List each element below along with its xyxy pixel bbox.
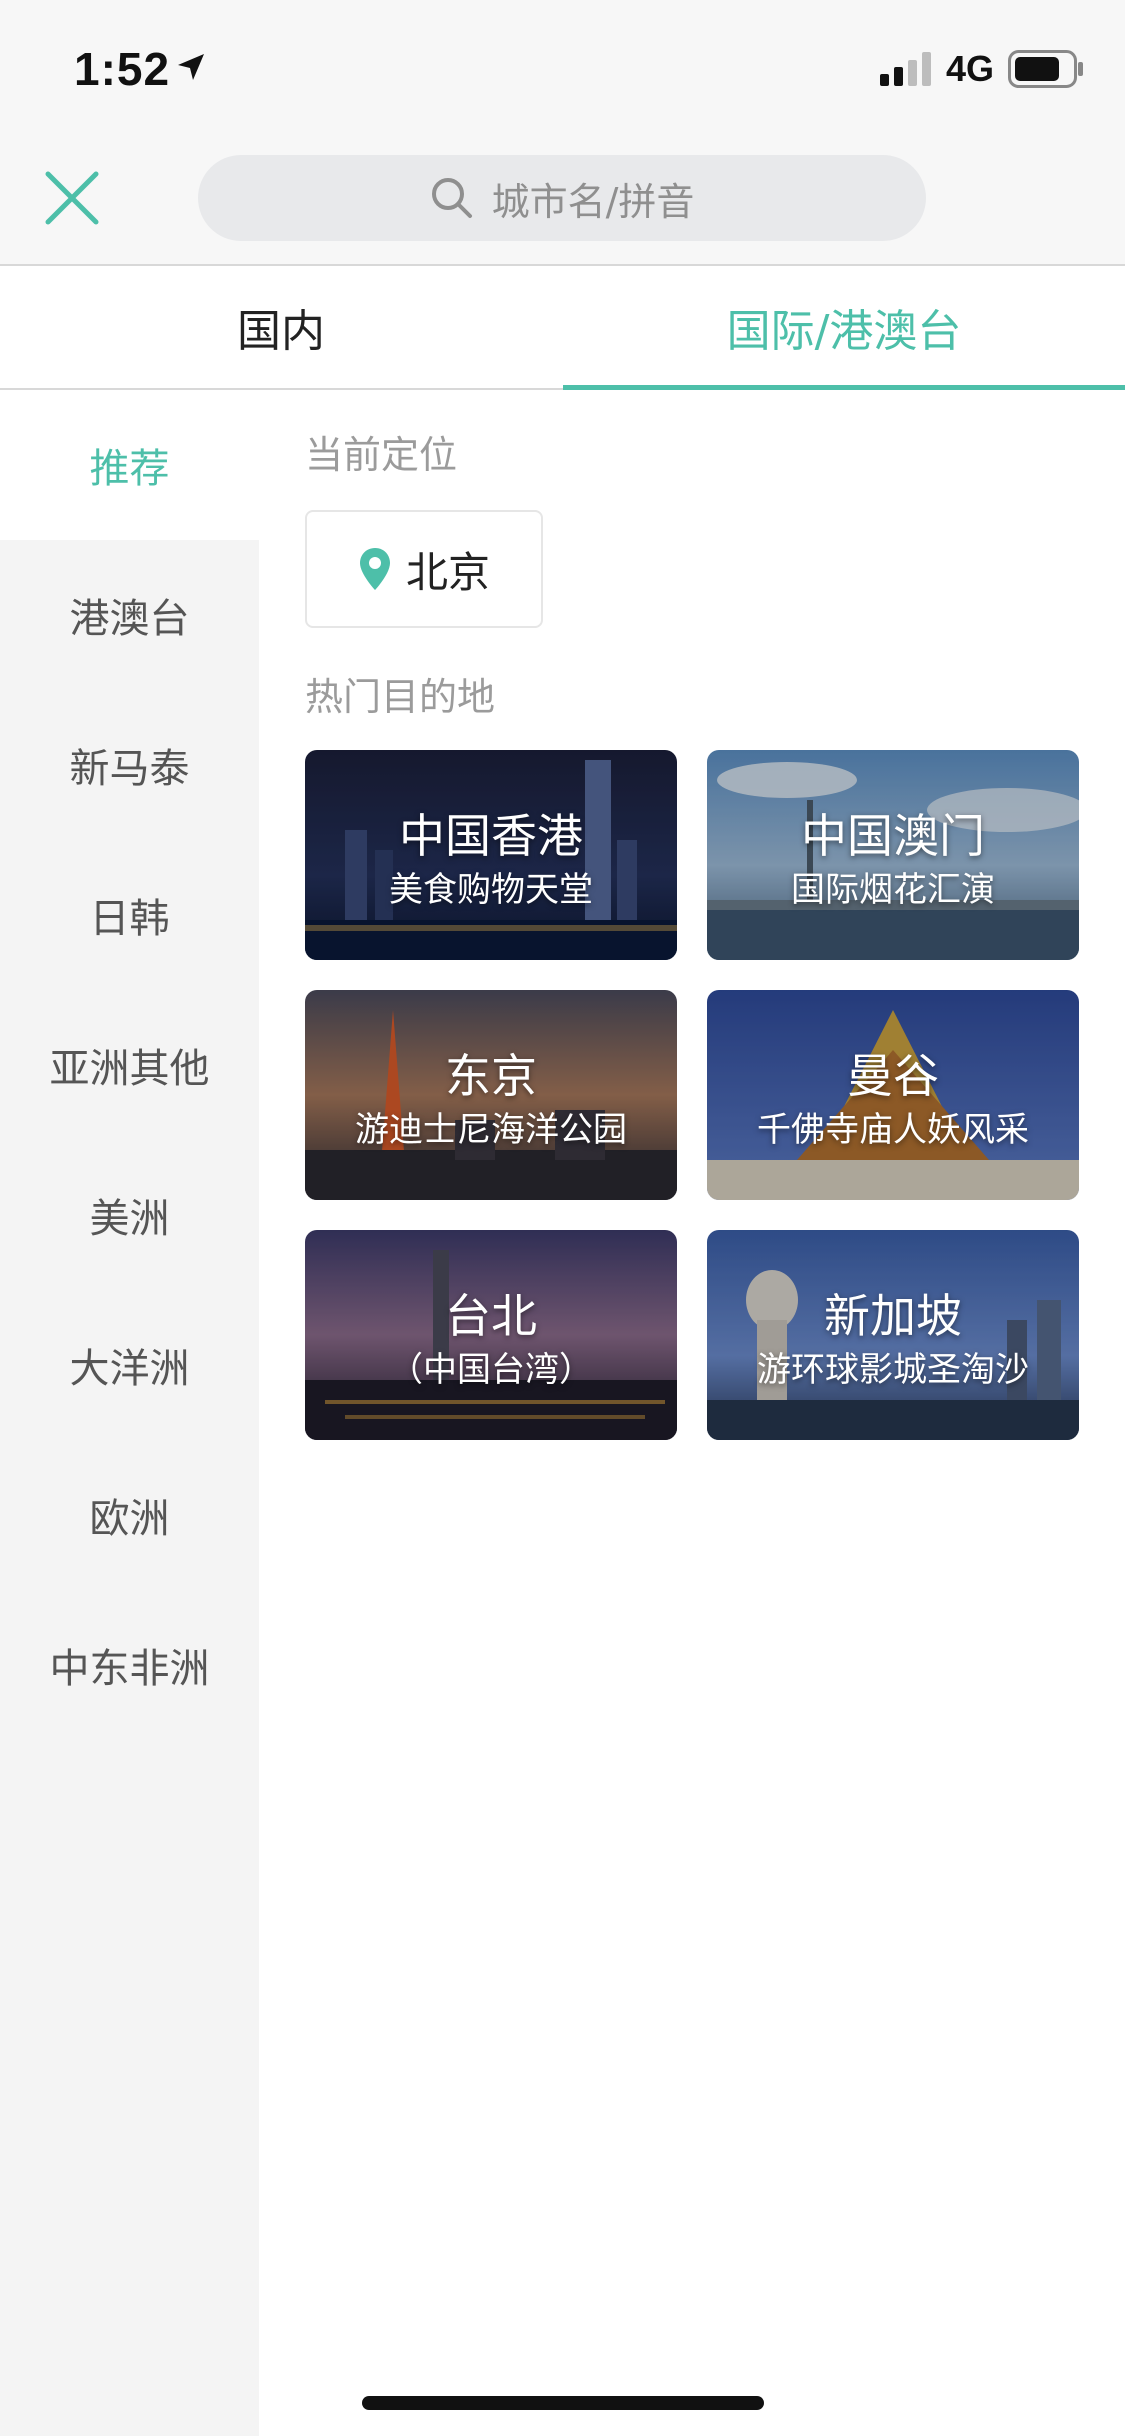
search-icon: [431, 178, 472, 218]
destination-title: 曼谷: [847, 1049, 939, 1103]
sidebar-item-other-asia[interactable]: 亚洲其他: [0, 990, 259, 1140]
sidebar-item-recommended[interactable]: 推荐: [0, 390, 259, 540]
destination-title: 东京: [445, 1049, 537, 1103]
destination-title: 中国香港: [399, 809, 583, 863]
hot-destinations-label: 热门目的地: [305, 675, 496, 719]
signal-bars-icon: [880, 52, 931, 86]
destination-subtitle: （中国台湾）: [389, 1350, 593, 1390]
sidebar-item-europe[interactable]: 欧洲: [0, 1440, 259, 1590]
sidebar-item-oceania[interactable]: 大洋洲: [0, 1290, 259, 1440]
destination-title: 台北: [445, 1289, 537, 1343]
sidebar-item-sg-my-th[interactable]: 新马泰: [0, 690, 259, 840]
region-tabs: 国内 国际/港澳台: [0, 266, 1125, 390]
network-type: 4G: [946, 48, 995, 89]
current-location-city: 北京: [405, 547, 490, 597]
sidebar-item-japan-korea[interactable]: 日韩: [0, 840, 259, 990]
current-location-label: 当前定位: [305, 433, 458, 477]
battery-icon: [1008, 50, 1083, 88]
sidebar-item-americas[interactable]: 美洲: [0, 1140, 259, 1290]
map-pin-icon: [359, 548, 390, 590]
active-tab-indicator: [563, 385, 1125, 390]
destination-card-hong-kong[interactable]: 中国香港 美食购物天堂: [305, 750, 677, 960]
destination-title: 新加坡: [824, 1289, 962, 1343]
destination-card-singapore[interactable]: 新加坡 游环球影城圣淘沙: [707, 1230, 1079, 1440]
destination-subtitle: 千佛寺庙人妖风采: [757, 1110, 1029, 1150]
destination-card-bangkok[interactable]: 曼谷 千佛寺庙人妖风采: [707, 990, 1079, 1200]
sidebar-item-middle-east-africa[interactable]: 中东非洲: [0, 1590, 259, 1740]
tab-international[interactable]: 国际/港澳台: [563, 266, 1125, 388]
destination-subtitle: 美食购物天堂: [389, 870, 593, 910]
header-bar: 城市名/拼音: [0, 140, 1125, 266]
destination-title: 中国澳门: [801, 809, 985, 863]
destination-subtitle: 国际烟花汇演: [791, 870, 995, 910]
search-input[interactable]: 城市名/拼音: [198, 155, 926, 241]
close-icon[interactable]: [40, 166, 104, 230]
sidebar-item-hk-macau-taiwan[interactable]: 港澳台: [0, 540, 259, 690]
location-arrow-icon: [178, 54, 204, 80]
destination-card-macau[interactable]: 中国澳门 国际烟花汇演: [707, 750, 1079, 960]
destination-subtitle: 游环球影城圣淘沙: [757, 1350, 1029, 1390]
search-placeholder: 城市名/拼音: [491, 179, 695, 224]
current-location-button[interactable]: 北京: [305, 510, 543, 628]
status-bar: 1:52 4G: [0, 0, 1125, 140]
tab-domestic[interactable]: 国内: [0, 266, 562, 388]
region-sidebar: 推荐 港澳台 新马泰 日韩 亚洲其他 美洲 大洋洲 欧洲 中东非洲: [0, 390, 259, 2436]
home-indicator[interactable]: [362, 2396, 764, 2410]
destination-subtitle: 游迪士尼海洋公园: [355, 1110, 627, 1150]
destination-card-taipei[interactable]: 台北 （中国台湾）: [305, 1230, 677, 1440]
status-time: 1:52: [74, 43, 171, 95]
destination-card-tokyo[interactable]: 东京 游迪士尼海洋公园: [305, 990, 677, 1200]
